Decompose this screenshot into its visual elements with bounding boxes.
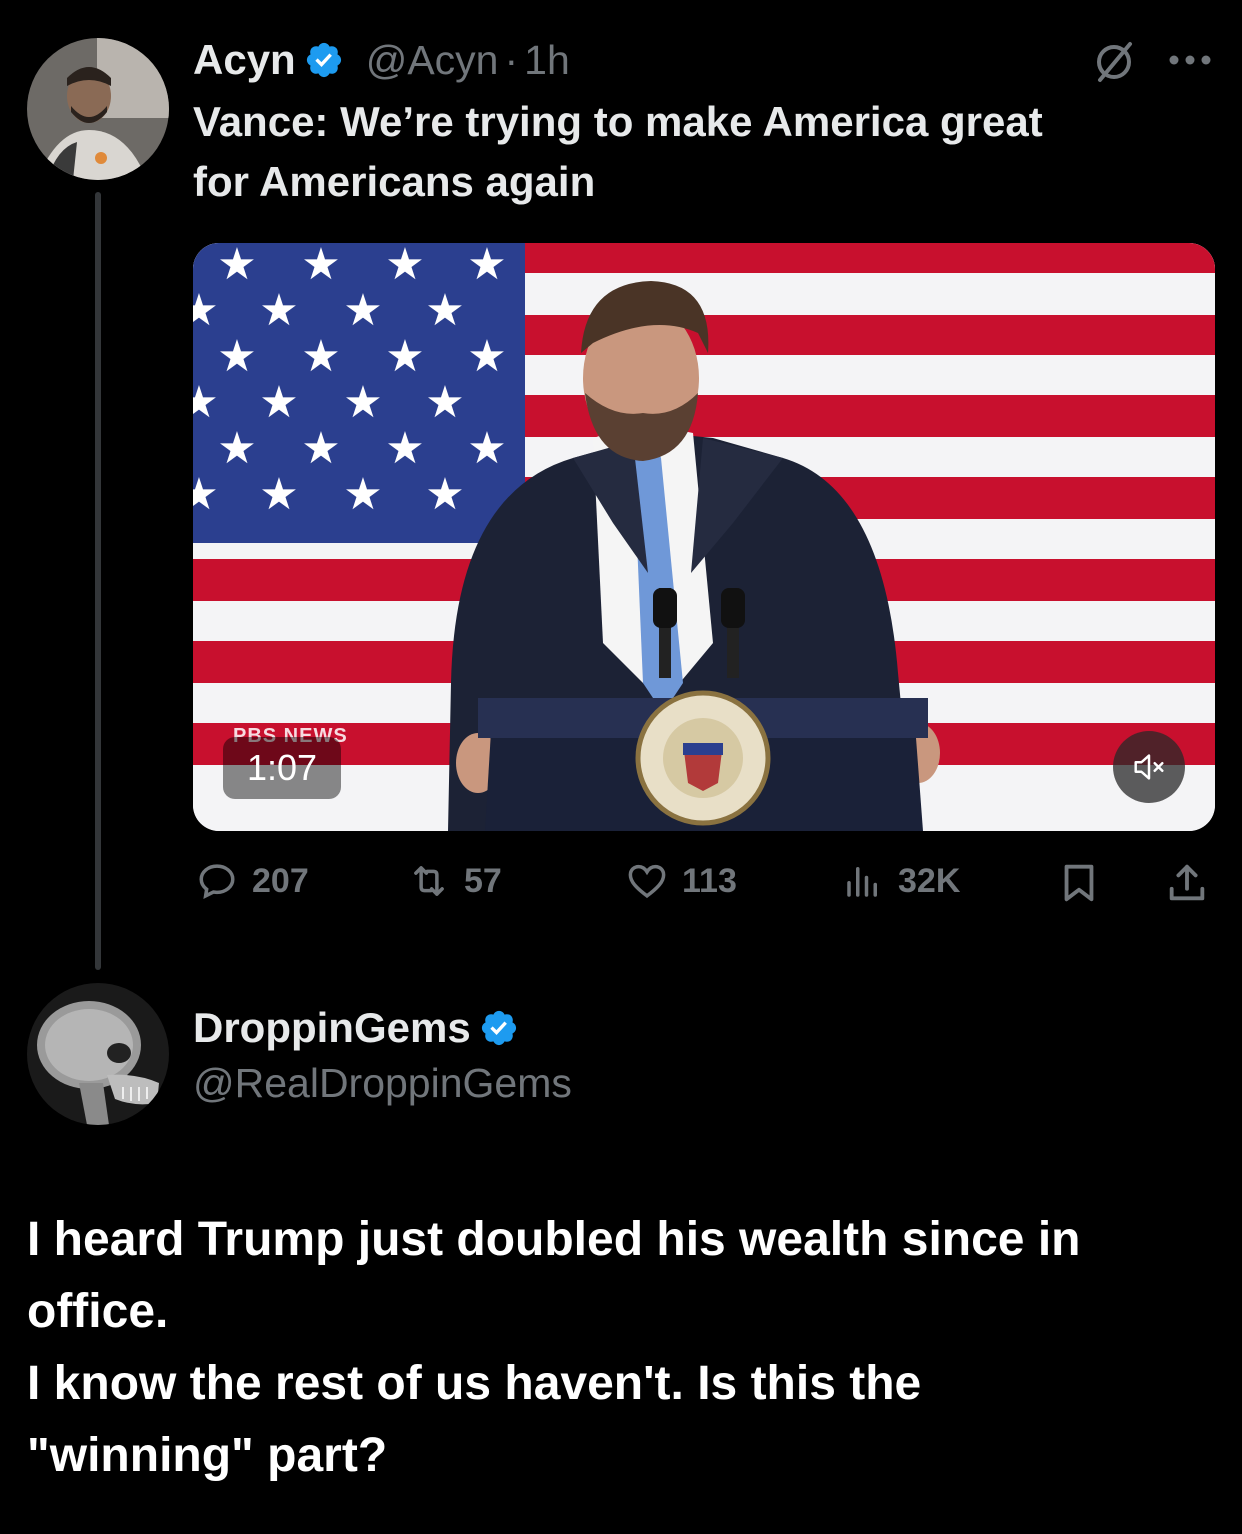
svg-text:★: ★ [385,423,424,474]
author-name[interactable]: Acyn [193,36,296,84]
svg-text:★: ★ [343,285,382,336]
views-action[interactable]: 32K [842,860,960,902]
reply-text-line: office. [27,1285,169,1338]
video-duration-badge: 1:07 [223,737,341,799]
retweet-icon [414,866,444,896]
separator-dot: · [504,36,519,83]
svg-text:★: ★ [343,469,382,520]
svg-text:★: ★ [301,423,340,474]
retweet-count: 57 [464,861,502,900]
tweet-text-line: for Americans again [193,158,596,205]
verified-badge-icon [304,40,344,80]
svg-text:★: ★ [425,469,464,520]
reply-bubble-icon [199,864,235,899]
muted-speaker-icon[interactable] [1113,731,1185,803]
author-handle[interactable]: @Acyn [366,37,499,84]
like-count: 113 [682,861,737,900]
svg-text:★: ★ [259,469,298,520]
reply-author-name[interactable]: DroppinGems [193,1004,471,1052]
retweet-action[interactable]: 57 [408,860,502,902]
like-action[interactable]: 113 [626,860,737,902]
verified-badge-icon [479,1008,519,1048]
svg-text:★: ★ [301,243,340,290]
svg-text:★: ★ [467,423,506,474]
svg-text:★: ★ [259,377,298,428]
svg-text:★: ★ [425,285,464,336]
svg-text:★: ★ [467,243,506,290]
svg-text:★: ★ [301,331,340,382]
grok-slash-icon[interactable] [1092,40,1136,84]
droppingems-avatar[interactable] [27,983,169,1125]
svg-text:★: ★ [425,377,464,428]
reply-count: 207 [252,861,309,900]
thread-connector-line [95,192,101,970]
more-dots-icon[interactable] [1168,50,1212,70]
video-duration: 1:07 [246,747,318,788]
reply-action[interactable]: 207 [196,860,309,902]
tweet-time[interactable]: 1h [524,37,570,84]
reply-author-handle[interactable]: @RealDroppinGems [193,1060,572,1107]
views-count: 32K [898,861,961,900]
svg-text:★: ★ [217,331,256,382]
heart-icon [628,864,666,899]
views-bars-icon [847,867,877,897]
reply-text-line: "winning" part? [27,1429,388,1482]
reply-author-row: DroppinGems [193,998,519,1058]
bookmark-icon[interactable] [1056,860,1102,906]
svg-text:★: ★ [193,285,219,336]
video-player[interactable]: ★ ★ ★ ★ ★ ★ ★ ★ ★ ★ ★ ★ ★ ★ ★ ★ ★ ★ ★ ★ ★ ★ ★ ★ [193,243,1215,831]
svg-text:★: ★ [193,377,219,428]
tweet-text-line: Vance: We’re trying to make America grea… [193,98,1043,145]
svg-text:★: ★ [343,377,382,428]
svg-text:★: ★ [217,243,256,290]
reply-text-line: I know the rest of us haven't. Is this t… [27,1357,922,1410]
svg-text:★: ★ [193,469,219,520]
svg-text:★: ★ [217,423,256,474]
share-icon[interactable] [1164,860,1210,906]
tweet-header: Acyn @Acyn · 1h [193,30,570,90]
svg-text:★: ★ [385,243,424,290]
reply-text: I heard Trump just doubled his wealth si… [27,1204,1227,1492]
svg-text:★: ★ [385,331,424,382]
svg-text:★: ★ [259,285,298,336]
acyn-avatar[interactable] [27,38,169,180]
svg-text:★: ★ [467,331,506,382]
reply-text-line: I heard Trump just doubled his wealth si… [27,1213,1081,1266]
tweet-text: Vance: We’re trying to make America grea… [193,92,1213,212]
